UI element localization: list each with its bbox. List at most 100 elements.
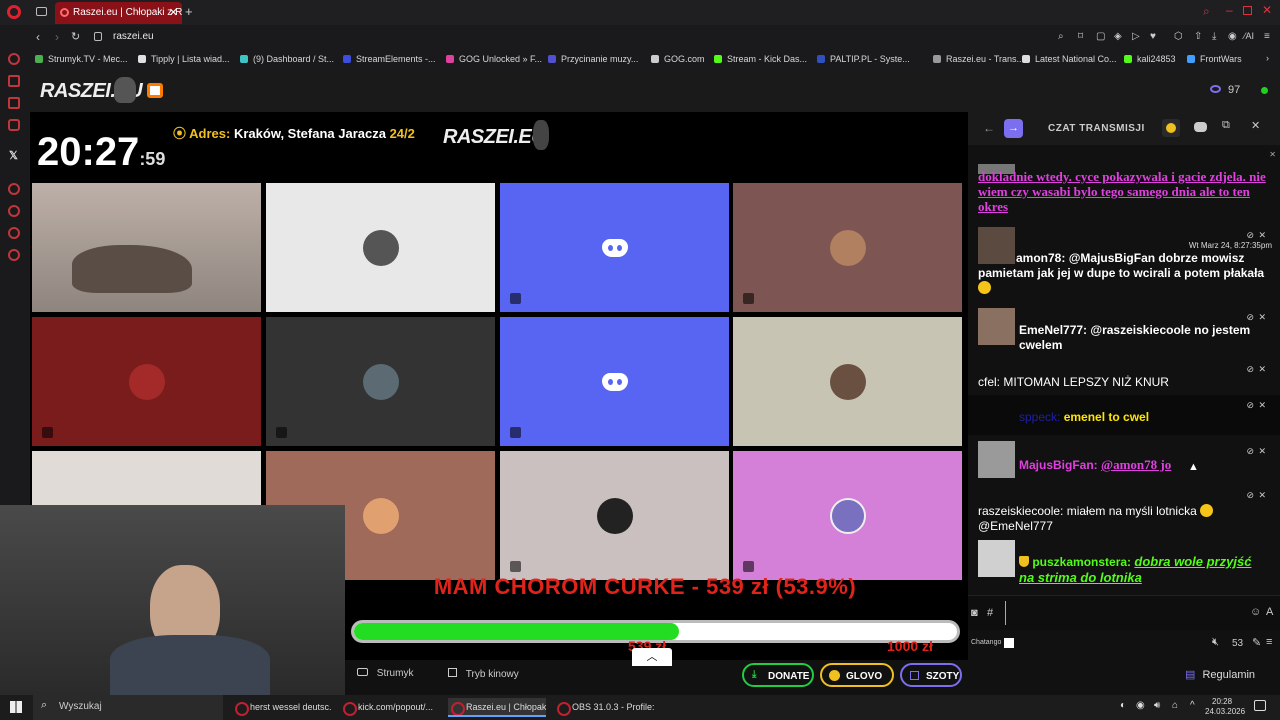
sidebar-player-icon[interactable] xyxy=(8,183,20,195)
szoty-button[interactable]: SZOTY xyxy=(900,663,962,687)
taskbar-item-kick[interactable]: kick.com/popout/... xyxy=(340,698,440,717)
bookmark-item[interactable]: PALTIP.PL - Syste... xyxy=(817,54,910,64)
pin-icon[interactable]: ✎ xyxy=(1252,636,1261,649)
block-user-icon[interactable]: ⊘ xyxy=(1246,364,1254,375)
chat-username[interactable]: raszeiskiecoole: xyxy=(978,504,1063,518)
play-icon[interactable]: ▷ xyxy=(1132,31,1140,42)
maximize-icon[interactable] xyxy=(1243,6,1252,15)
glovo-button[interactable]: GLOVO xyxy=(820,663,894,687)
donate-button[interactable]: ⤓ DONATE xyxy=(742,663,814,687)
heart-icon[interactable]: ♥ xyxy=(1150,31,1156,42)
share-icon[interactable]: ⇧ xyxy=(1194,31,1202,42)
tray-chevron-icon[interactable]: ^ xyxy=(1190,700,1195,711)
chat-username[interactable]: MajusBigFan: xyxy=(1019,458,1098,472)
camera-icon[interactable]: ◉ xyxy=(1228,31,1237,42)
forward-icon[interactable]: › xyxy=(55,30,59,44)
sidebar-shopping-icon[interactable] xyxy=(8,75,20,87)
chat-menu-icon[interactable]: ≡ xyxy=(1266,636,1272,648)
chat-back-icon[interactable]: ← xyxy=(983,121,995,135)
tray-network-icon[interactable]: ⌂ xyxy=(1172,700,1178,711)
close-window-icon[interactable]: ✕ xyxy=(1262,3,1272,17)
delete-message-icon[interactable]: ✕ xyxy=(1258,446,1266,457)
delete-message-icon[interactable]: ✕ xyxy=(1258,364,1266,375)
taskbar-time[interactable]: 20:28 xyxy=(1212,697,1232,706)
delete-message-icon[interactable]: ✕ xyxy=(1258,312,1266,323)
chat-username[interactable]: puszkamonstera: xyxy=(1032,555,1131,569)
sidebar-x-icon[interactable]: 𝕏 xyxy=(9,149,18,162)
video-tile-2[interactable] xyxy=(266,183,495,312)
back-icon[interactable]: ‹ xyxy=(36,30,40,44)
chat-collapse-icon[interactable]: ✕ xyxy=(1269,150,1276,159)
bookmark-icon[interactable]: ⌑ xyxy=(1078,31,1083,42)
video-tile-7[interactable] xyxy=(500,317,729,446)
chat-discord-icon[interactable] xyxy=(1194,122,1207,132)
block-user-icon[interactable]: ⊘ xyxy=(1246,230,1254,241)
search-tabs-icon[interactable]: ⌕ xyxy=(1203,4,1210,19)
bookmarks-overflow-icon[interactable]: › xyxy=(1266,53,1269,63)
chat-coin-button[interactable] xyxy=(1162,119,1180,137)
tab-close-icon[interactable]: ✕ xyxy=(169,6,178,19)
tab-menu-icon[interactable] xyxy=(36,7,47,16)
sidebar-messenger-icon[interactable] xyxy=(8,97,20,109)
video-tile-4[interactable] xyxy=(733,183,962,312)
chat-popout-icon[interactable]: ⧉ xyxy=(1222,119,1230,132)
reload-icon[interactable]: ↻ xyxy=(71,30,80,43)
emoji-picker-icon[interactable]: ☺ xyxy=(1250,606,1261,618)
font-icon[interactable]: A xyxy=(1266,606,1273,618)
video-tile-11[interactable] xyxy=(500,451,729,580)
shield-icon[interactable]: ◈ xyxy=(1114,31,1122,42)
bookmark-item[interactable]: Latest National Co... xyxy=(1022,54,1117,64)
chat-username[interactable]: cfel: xyxy=(978,375,1000,389)
bookmark-item[interactable]: GOG.com xyxy=(651,54,705,64)
chatango-label[interactable]: Chatango xyxy=(971,639,1001,646)
tipply-icon[interactable] xyxy=(147,83,163,98)
strumyk-button[interactable]: Strumyk xyxy=(357,668,413,679)
new-tab-icon[interactable]: + xyxy=(185,4,193,19)
extensions-icon[interactable]: ⬡ xyxy=(1174,31,1183,42)
bookmark-item[interactable]: kali24853 xyxy=(1124,54,1176,64)
snapshot-icon[interactable]: ▢ xyxy=(1096,31,1105,42)
chat-username[interactable]: EmeNel777: xyxy=(1019,323,1087,337)
video-tile-5[interactable] xyxy=(32,317,261,446)
taskbar-item-raszei[interactable]: Raszei.eu | Chłopak... xyxy=(448,698,546,717)
delete-message-icon[interactable]: ✕ xyxy=(1258,490,1266,501)
bookmark-item[interactable]: Tipply | Lista wiad... xyxy=(138,54,230,64)
bookmark-item[interactable]: Stream - Kick Das... xyxy=(714,54,807,64)
bookmark-item[interactable]: (9) Dashboard / St... xyxy=(240,54,334,64)
download-icon[interactable]: ⤓ xyxy=(1212,31,1216,42)
scroll-up-icon[interactable]: ︿ xyxy=(632,648,672,666)
tab-raszei[interactable]: Raszei.eu | Chłopaki z Ras ✕ xyxy=(55,2,182,24)
sidebar-history-icon[interactable] xyxy=(8,205,20,217)
cinema-button[interactable]: Tryb kinowy xyxy=(448,668,519,680)
ai-icon[interactable]: ⁄AI xyxy=(1244,31,1254,41)
sidebar-instagram-icon[interactable] xyxy=(8,119,20,131)
tray-opera-icon[interactable]: ◉ xyxy=(1136,700,1145,711)
block-user-icon[interactable]: ⊘ xyxy=(1246,312,1254,323)
bookmark-item[interactable]: Przycinanie muzy... xyxy=(548,54,638,64)
video-tile-8[interactable] xyxy=(733,317,962,446)
bookmark-item[interactable]: StreamElements -... xyxy=(343,54,436,64)
block-user-icon[interactable]: ⊘ xyxy=(1246,490,1254,501)
chat-mention[interactable]: @EmeNel777 xyxy=(978,519,1053,533)
windows-start-icon[interactable] xyxy=(10,701,22,713)
notification-icon[interactable] xyxy=(1254,700,1266,711)
bookmark-item[interactable]: GOG Unlocked » F... xyxy=(446,54,542,64)
chat-username[interactable]: sppeck: xyxy=(1019,410,1060,424)
block-user-icon[interactable]: ⊘ xyxy=(1246,446,1254,457)
video-tile-6[interactable] xyxy=(266,317,495,446)
tray-app-icon[interactable]: ◐ xyxy=(1120,700,1126,711)
sidebar-ai-icon[interactable] xyxy=(8,53,20,65)
camera-icon[interactable]: ◙ xyxy=(971,607,978,619)
sidebar-pinboard-icon[interactable] xyxy=(8,227,20,239)
delete-message-icon[interactable]: ✕ xyxy=(1258,230,1266,241)
browser-menu-icon[interactable]: ≡ xyxy=(1264,31,1270,42)
url-field[interactable]: raszei.eu xyxy=(113,31,154,42)
chat-username[interactable]: amon78: xyxy=(1016,251,1065,265)
video-tile-3[interactable] xyxy=(500,183,729,312)
taskbar-item-herst[interactable]: herst wessel deutsc... xyxy=(232,698,332,717)
chat-input-field[interactable] xyxy=(1005,601,1245,625)
video-tile-1[interactable] xyxy=(32,183,283,312)
taskbar-date[interactable]: 24.03.2026 xyxy=(1205,707,1245,716)
chat-close-icon[interactable]: ✕ xyxy=(1251,119,1260,132)
taskbar-item-obs[interactable]: OBS 31.0.3 - Profile:... xyxy=(554,698,654,717)
